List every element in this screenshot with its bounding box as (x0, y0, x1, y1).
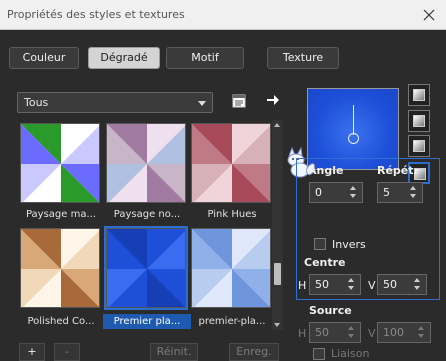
center-v-input[interactable]: 50 (377, 274, 427, 295)
tab-couleur[interactable]: Couleur (9, 47, 79, 69)
gradient-label-1: Paysage ma... (25, 209, 97, 220)
source-v-input[interactable]: 100 (377, 322, 431, 343)
scrollbar-thumb[interactable] (274, 263, 281, 285)
center-v-value: 50 (383, 278, 397, 291)
arrow-right-icon (267, 95, 279, 105)
source-h-spinner[interactable] (345, 324, 359, 341)
repeat-label: Répét. (377, 164, 418, 177)
angle-value: 0 (315, 186, 322, 199)
gradient-gallery: Paysage ma... Paysage no... Pink Hues Po… (17, 120, 272, 330)
rectangular-gradient-icon (413, 115, 425, 127)
source-h-input[interactable]: 50 (309, 322, 361, 343)
gradient-thumb-2[interactable] (106, 123, 186, 203)
repeat-value: 5 (383, 186, 390, 199)
gradient-label-3: Pink Hues (207, 209, 257, 220)
scroll-down-icon[interactable] (274, 323, 280, 327)
close-button[interactable] (412, 0, 446, 30)
style-rectangular-button[interactable] (408, 110, 430, 132)
link-checkbox[interactable] (313, 348, 325, 360)
add-gradient-button[interactable]: + (19, 343, 45, 361)
gradient-library-button[interactable] (231, 93, 249, 111)
gallery-scrollbar[interactable] (272, 120, 283, 330)
tab-texture[interactable]: Texture (267, 47, 339, 69)
category-select-value: Tous (24, 96, 49, 109)
apply-arrow-button[interactable] (266, 93, 282, 109)
center-h-spinner[interactable] (345, 276, 359, 293)
gradient-label-4: Polished Co... (27, 316, 95, 327)
style-linear-button[interactable] (408, 84, 430, 106)
angle-input[interactable]: 0 (309, 182, 363, 203)
window-title: Propriétés des styles et textures (7, 8, 185, 21)
gradient-library-icon (232, 94, 246, 108)
tab-degrade[interactable]: Dégradé (88, 47, 160, 69)
gradient-label-6: premier-pla... (198, 316, 266, 327)
remove-gradient-button[interactable]: - (54, 343, 80, 361)
gradient-thumb-1[interactable] (20, 123, 100, 203)
link-label: Liaison (331, 347, 370, 360)
invert-checkbox[interactable] (314, 238, 326, 250)
gradient-thumb-3[interactable] (191, 123, 271, 203)
gradient-label-2: Paysage no... (113, 209, 181, 220)
center-label: Centre (304, 256, 346, 269)
repeat-spinner[interactable] (407, 184, 421, 201)
gradient-thumb-5[interactable] (104, 226, 188, 310)
repeat-input[interactable]: 5 (377, 182, 423, 203)
category-select[interactable]: Tous (17, 92, 213, 113)
chevron-down-icon (198, 101, 206, 106)
invert-label: Invers (332, 238, 366, 251)
sunburst-gradient-icon (413, 140, 425, 152)
style-sunburst-button[interactable] (408, 135, 430, 157)
source-v-value: 100 (383, 326, 404, 339)
tab-motif[interactable]: Motif (166, 47, 244, 69)
source-h-label: H (298, 327, 307, 340)
center-h-label: H (298, 279, 307, 292)
reset-button[interactable]: Réinit. (150, 343, 198, 361)
scroll-up-icon[interactable] (274, 123, 280, 127)
title-bar: Propriétés des styles et textures (0, 0, 446, 30)
center-handle[interactable] (348, 133, 359, 144)
save-button[interactable]: Enreg. (229, 343, 279, 361)
source-v-label: V (368, 327, 376, 340)
source-label: Source (309, 304, 352, 317)
source-v-spinner[interactable] (415, 324, 429, 341)
angle-spinner[interactable] (347, 184, 361, 201)
source-h-value: 50 (315, 326, 329, 339)
close-icon (423, 9, 435, 21)
center-h-value: 50 (315, 278, 329, 291)
gradient-thumb-4[interactable] (20, 228, 100, 308)
center-h-input[interactable]: 50 (309, 274, 361, 295)
gradient-thumb-6[interactable] (191, 228, 271, 308)
linear-gradient-icon (413, 89, 425, 101)
gradient-label-5: Premier pla... (103, 314, 191, 329)
center-v-label: V (368, 279, 376, 292)
angle-label: Angle (308, 164, 344, 177)
center-v-spinner[interactable] (411, 276, 425, 293)
angle-handle-line (353, 105, 354, 135)
